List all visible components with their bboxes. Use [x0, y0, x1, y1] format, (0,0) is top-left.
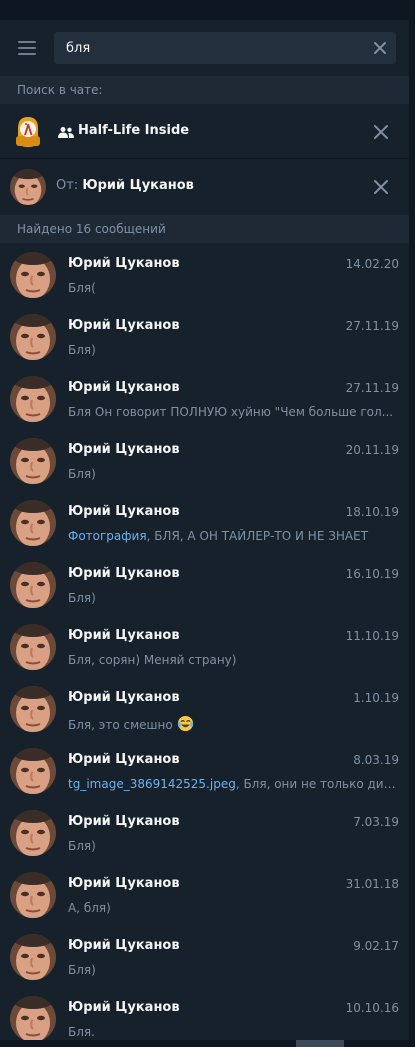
message-snippet: Бля) [68, 963, 96, 977]
half-life-logo-icon [16, 117, 40, 147]
list-item[interactable]: Юрий Цуканов 9.02.17 Бля) [0, 926, 409, 988]
message-date: 1.10.19 [353, 691, 399, 705]
list-item[interactable]: Юрий Цуканов 27.11.19 Бля) [0, 306, 409, 368]
avatar [10, 169, 46, 205]
list-item[interactable]: Юрий Цуканов 1.10.19 Бля, это смешно [0, 678, 409, 740]
sender-name: Юрий Цуканов [68, 814, 180, 829]
photo-link[interactable]: Фотография [68, 529, 147, 543]
window-top-strip [0, 0, 415, 20]
message-date: 10.10.16 [345, 1001, 399, 1015]
avatar [10, 934, 56, 980]
sender-name: Юрий Цуканов [68, 566, 180, 581]
message-date: 11.10.19 [345, 629, 399, 643]
sender-name: Юрий Цуканов [68, 504, 180, 519]
message-snippet: Бля) [68, 839, 96, 853]
search-chat-filter: Half-Life Inside [0, 104, 409, 159]
message-snippet: Фотография, БЛЯ, А ОН ТАЙЛЕР-ТО И НЕ ЗНА… [68, 529, 369, 543]
from-filter-name: Юрий Цуканов [82, 178, 194, 193]
sender-name: Юрий Цуканов [68, 380, 180, 395]
sender-name: Юрий Цуканов [68, 690, 180, 705]
avatar [10, 438, 56, 484]
from-filter-label: От: Юрий Цуканов [56, 178, 194, 193]
message-snippet: Бля) [68, 343, 96, 357]
message-date: 8.03.19 [353, 753, 399, 767]
message-date: 7.03.19 [353, 815, 399, 829]
list-item[interactable]: Юрий Цуканов 10.10.16 Бля. [0, 988, 409, 1044]
sender-name: Юрий Цуканов [68, 876, 180, 891]
avatar [10, 872, 56, 918]
message-date: 9.02.17 [353, 939, 399, 953]
group-chat-icon [58, 127, 74, 138]
clear-search-icon[interactable] [372, 40, 388, 56]
file-link[interactable]: tg_image_3869142525.jpeg [68, 777, 236, 791]
list-item[interactable]: Юрий Цуканов 31.01.18 А, бля) [0, 864, 409, 926]
sender-name: Юрий Цуканов [68, 442, 180, 457]
message-date: 16.10.19 [345, 567, 399, 581]
sender-name: Юрий Цуканов [68, 1000, 180, 1015]
scrollbar-thumb[interactable] [296, 1040, 344, 1047]
list-item[interactable]: Юрий Цуканов 16.10.19 Бля) [0, 554, 409, 616]
message-snippet: Бля. [68, 1025, 95, 1039]
from-user-filter: От: Юрий Цуканов [0, 159, 409, 214]
remove-user-filter-icon[interactable] [373, 179, 389, 195]
avatar [10, 500, 56, 546]
message-date: 14.02.20 [345, 257, 399, 271]
sender-name: Юрий Цуканов [68, 256, 180, 271]
sender-name: Юрий Цуканов [68, 938, 180, 953]
avatar [10, 996, 56, 1042]
avatar [10, 624, 56, 670]
list-item[interactable]: Юрий Цуканов 7.03.19 Бля) [0, 802, 409, 864]
search-header [0, 20, 409, 76]
avatar [10, 252, 56, 298]
message-snippet: Бля Он говорит ПОЛНУЮ хуйню "Чем больше … [68, 405, 394, 419]
message-date: 27.11.19 [345, 319, 399, 333]
search-field[interactable] [54, 32, 396, 64]
avatar [10, 686, 56, 732]
list-item[interactable]: Юрий Цуканов 11.10.19 Бля, сорян) Меняй … [0, 616, 409, 678]
message-date: 18.10.19 [345, 505, 399, 519]
sender-name: Юрий Цуканов [68, 752, 180, 767]
found-count-label: Найдено 16 сообщений [0, 215, 409, 243]
avatar [10, 748, 56, 794]
list-item[interactable]: Юрий Цуканов 27.11.19 Бля Он говорит ПОЛ… [0, 368, 409, 430]
avatar [10, 376, 56, 422]
sender-name: Юрий Цуканов [68, 628, 180, 643]
bottom-bar [0, 1040, 409, 1047]
list-item[interactable]: Юрий Цуканов 18.10.19 Фотография, БЛЯ, А… [0, 492, 409, 554]
message-snippet: А, бля) [68, 901, 111, 915]
message-snippet: Бля( [68, 281, 96, 295]
search-input[interactable] [66, 32, 356, 64]
in-chat-label: Поиск в чате: [0, 76, 409, 104]
sender-name: Юрий Цуканов [68, 318, 180, 333]
message-snippet: Бля, сорян) Меняй страну) [68, 653, 237, 667]
list-item[interactable]: Юрий Цуканов 20.11.19 Бля) [0, 430, 409, 492]
chat-title: Half-Life Inside [78, 123, 190, 138]
message-date: 31.01.18 [345, 877, 399, 891]
message-snippet: Бля, это смешно [68, 715, 400, 732]
avatar [10, 810, 56, 856]
message-date: 27.11.19 [345, 381, 399, 395]
message-snippet: Бля) [68, 467, 96, 481]
hamburger-menu-icon[interactable] [18, 41, 36, 55]
avatar [10, 314, 56, 360]
message-date: 20.11.19 [345, 443, 399, 457]
message-snippet: tg_image_3869142525.jpeg, Бля, они не то… [68, 777, 400, 791]
remove-chat-filter-icon[interactable] [373, 124, 389, 140]
list-item[interactable]: Юрий Цуканов 14.02.20 Бля( [0, 244, 409, 306]
vertical-scrollbar[interactable] [409, 0, 415, 1047]
tears-of-joy-emoji-icon [177, 715, 193, 732]
avatar [10, 562, 56, 608]
search-results-list[interactable]: Юрий Цуканов 14.02.20 Бля( Юрий Цуканов … [0, 244, 409, 1044]
message-snippet: Бля) [68, 591, 96, 605]
list-item[interactable]: Юрий Цуканов 8.03.19 tg_image_3869142525… [0, 740, 409, 802]
